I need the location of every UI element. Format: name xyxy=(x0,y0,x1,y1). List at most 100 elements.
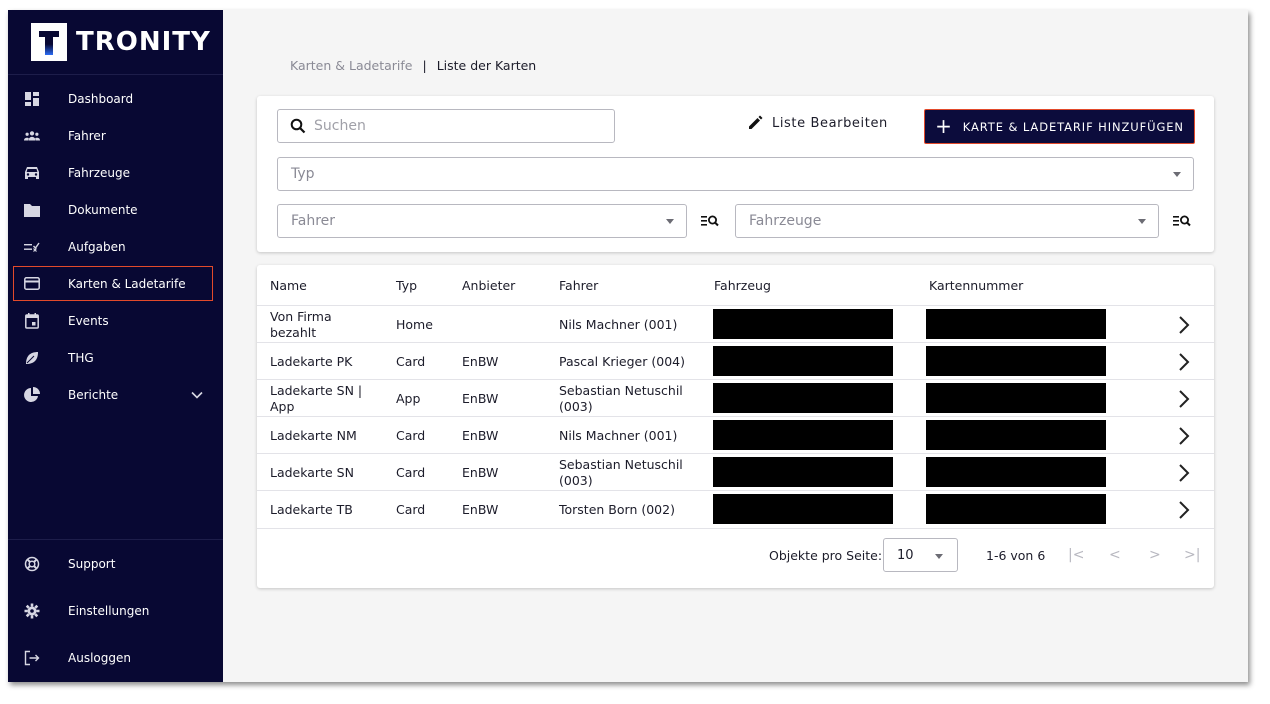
chevron-down-icon[interactable] xyxy=(191,388,203,402)
cell-driver: Nils Machner (001) xyxy=(559,427,678,443)
dropdown-arrow-icon xyxy=(666,219,674,224)
credit-card-icon xyxy=(24,276,40,292)
cell-provider: EnBW xyxy=(462,464,499,480)
sidebar-item-karten-ladetarife[interactable]: Karten & Ladetarife xyxy=(12,265,214,302)
sidebar-item-support[interactable]: Support xyxy=(8,540,223,587)
cell-driver: Nils Machner (001) xyxy=(559,316,678,332)
people-icon xyxy=(24,128,40,144)
sidebar-item-label: Dashboard xyxy=(68,91,134,106)
cell-driver: Pascal Krieger (004) xyxy=(559,353,685,369)
column-header-vehicle[interactable]: Fahrzeug xyxy=(714,265,771,305)
cell-driver: Torsten Born (002) xyxy=(559,501,675,517)
cell-name: Ladekarte SN xyxy=(270,464,354,480)
search-box xyxy=(277,109,615,143)
breadcrumb-parent[interactable]: Karten & Ladetarife xyxy=(290,58,413,73)
sidebar-item-dashboard[interactable]: Dashboard xyxy=(8,80,223,117)
table-row[interactable]: Ladekarte SN | App App EnBW Sebastian Ne… xyxy=(257,379,1214,416)
logo[interactable]: TRONITY xyxy=(31,22,211,62)
breadcrumb-current: Liste der Karten xyxy=(436,58,537,73)
filter-search-icon[interactable] xyxy=(701,214,719,228)
sidebar-item-einstellungen[interactable]: Einstellungen xyxy=(8,587,223,634)
redacted-vehicle xyxy=(713,346,893,376)
sidebar-item-label: Fahrer xyxy=(68,128,106,143)
add-card-tariff-label: KARTE & LADETARIF HINZUFÜGEN xyxy=(962,119,1184,134)
plus-icon: + xyxy=(935,113,953,138)
sidebar-item-thg[interactable]: THG xyxy=(8,339,223,376)
sidebar-divider xyxy=(8,74,223,75)
cell-type: App xyxy=(396,390,421,406)
column-header-provider[interactable]: Anbieter xyxy=(462,265,515,305)
breadcrumb-separator: | xyxy=(422,58,427,73)
cell-name: Ladekarte NM xyxy=(270,427,357,443)
driver-select-placeholder: Fahrer xyxy=(291,213,336,229)
previous-page-button[interactable]: < xyxy=(1109,547,1121,563)
type-select[interactable]: Typ xyxy=(277,157,1194,191)
table-row[interactable]: Ladekarte PK Card EnBW Pascal Krieger (0… xyxy=(257,342,1214,379)
chevron-right-icon[interactable] xyxy=(1175,389,1193,409)
sidebar-item-dokumente[interactable]: Dokumente xyxy=(8,191,223,228)
dropdown-arrow-icon xyxy=(1138,219,1146,224)
sidebar-item-events[interactable]: Events xyxy=(8,302,223,339)
search-icon xyxy=(290,118,306,134)
redacted-card-number xyxy=(926,383,1106,413)
edit-list-label: Liste Bearbeiten xyxy=(772,115,888,131)
cell-type: Home xyxy=(396,316,433,332)
gear-icon xyxy=(24,603,40,619)
chevron-right-icon[interactable] xyxy=(1175,463,1193,483)
logo-mark xyxy=(31,23,67,61)
type-select-placeholder: Typ xyxy=(291,166,315,182)
lifebuoy-icon xyxy=(24,556,40,572)
sidebar-item-label: Events xyxy=(68,313,109,328)
redacted-card-number xyxy=(926,346,1106,376)
vehicle-select[interactable]: Fahrzeuge xyxy=(735,204,1159,238)
cell-provider: EnBW xyxy=(462,427,499,443)
dashboard-icon xyxy=(24,91,40,107)
next-page-button[interactable]: > xyxy=(1149,547,1161,563)
logo-text: TRONITY xyxy=(76,27,211,57)
chevron-right-icon[interactable] xyxy=(1175,315,1193,335)
cell-name: Von Firma bezahlt xyxy=(270,308,332,340)
table-row[interactable]: Von Firma bezahlt Home Nils Machner (001… xyxy=(257,305,1214,342)
page-range: 1-6 von 6 xyxy=(986,548,1046,563)
search-input[interactable] xyxy=(314,118,594,134)
sidebar-item-label: Support xyxy=(68,556,116,571)
add-card-tariff-button[interactable]: + KARTE & LADETARIF HINZUFÜGEN xyxy=(924,109,1195,144)
chevron-right-icon[interactable] xyxy=(1175,352,1193,372)
folder-icon xyxy=(24,202,40,218)
sidebar-item-fahrzeuge[interactable]: Fahrzeuge xyxy=(8,154,223,191)
driver-select[interactable]: Fahrer xyxy=(277,204,687,238)
column-header-driver[interactable]: Fahrer xyxy=(559,265,598,305)
column-header-name[interactable]: Name xyxy=(270,265,307,305)
car-icon xyxy=(24,165,40,181)
edit-list-button[interactable]: Liste Bearbeiten xyxy=(747,115,888,131)
sidebar-item-aufgaben[interactable]: Aufgaben xyxy=(8,228,223,265)
last-page-button[interactable]: >| xyxy=(1184,547,1200,563)
sidebar-item-label: Karten & Ladetarife xyxy=(68,276,186,291)
redacted-card-number xyxy=(926,457,1106,487)
cell-type: Card xyxy=(396,501,426,517)
filter-search-icon[interactable] xyxy=(1173,214,1191,228)
table-row[interactable]: Ladekarte TB Card EnBW Torsten Born (002… xyxy=(257,490,1214,527)
sidebar-bottom-nav: Support Einstellungen Ausloggen xyxy=(8,540,223,681)
first-page-button[interactable]: |< xyxy=(1068,547,1084,563)
dropdown-arrow-icon xyxy=(1173,172,1181,177)
breadcrumb: Karten & Ladetarife | Liste der Karten xyxy=(290,58,536,73)
table-row[interactable]: Ladekarte NM Card EnBW Nils Machner (001… xyxy=(257,416,1214,453)
chevron-right-icon[interactable] xyxy=(1175,500,1193,520)
items-per-page-select[interactable]: 10 xyxy=(883,538,958,572)
sidebar-item-ausloggen[interactable]: Ausloggen xyxy=(8,634,223,681)
sidebar-item-fahrer[interactable]: Fahrer xyxy=(8,117,223,154)
sidebar-item-label: THG xyxy=(68,350,94,365)
filter-panel: Liste Bearbeiten + KARTE & LADETARIF HIN… xyxy=(257,96,1214,252)
sidebar-item-berichte[interactable]: Berichte xyxy=(8,376,223,413)
items-per-page-label: Objekte pro Seite: xyxy=(769,548,883,563)
pencil-icon xyxy=(749,115,763,129)
chevron-right-icon[interactable] xyxy=(1175,426,1193,446)
items-per-page-value: 10 xyxy=(897,547,914,563)
sidebar-item-label: Dokumente xyxy=(68,202,138,217)
cell-driver: Sebastian Netuschil (003) xyxy=(559,382,683,414)
column-header-type[interactable]: Typ xyxy=(396,265,417,305)
column-header-card-number[interactable]: Kartennummer xyxy=(929,265,1023,305)
table-row[interactable]: Ladekarte SN Card EnBW Sebastian Netusch… xyxy=(257,453,1214,490)
main-content: Karten & Ladetarife | Liste der Karten L… xyxy=(223,10,1248,682)
